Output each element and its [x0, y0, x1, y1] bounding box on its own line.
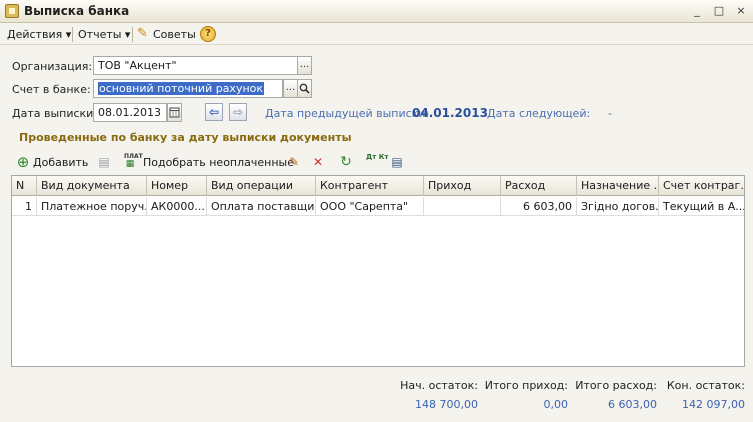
dt-kt-icon[interactable]: Дт Кт	[366, 153, 389, 161]
column-header-operation[interactable]: Вид операции	[207, 176, 316, 196]
documents-table: N Вид документа Номер Вид операции Контр…	[11, 175, 745, 367]
organization-field[interactable]: ТОВ "Акцент"	[93, 56, 298, 75]
cell-counterparty: ООО "Сарепта"	[316, 197, 424, 216]
pick-unpaid-icon: ▦	[125, 159, 135, 169]
organization-label: Организация:	[12, 60, 93, 73]
minimize-button[interactable]: _	[690, 5, 704, 17]
column-header-counterparty[interactable]: Контрагент	[316, 176, 424, 196]
add-button[interactable]: Добавить	[33, 156, 88, 169]
previous-statement-button[interactable]: ⇦	[205, 103, 223, 121]
calendar-icon	[169, 107, 180, 118]
cell-expense: 6 603,00	[501, 197, 577, 216]
cell-purpose: Згідно догов...	[577, 197, 659, 216]
end-balance-label: Кон. остаток:	[666, 379, 745, 392]
app-icon	[5, 4, 19, 18]
start-balance-value: 148 700,00	[415, 398, 478, 411]
cell-n: 1	[12, 197, 37, 216]
add-icon: ⊕	[16, 153, 30, 171]
edit-document-icon[interactable]: ✎	[286, 154, 302, 170]
title-bar: Выписка банка _ □ ×	[0, 0, 753, 23]
section-title: Проведенные по банку за дату выписки док…	[19, 131, 352, 144]
end-balance-value: 142 097,00	[682, 398, 745, 411]
total-expense-label: Итого расход:	[575, 379, 657, 392]
menu-tips[interactable]: Советы	[153, 28, 196, 41]
column-header-purpose[interactable]: Назначение ...	[577, 176, 659, 196]
column-header-income[interactable]: Приход	[424, 176, 501, 196]
menu-reports[interactable]: Отчеты ▾	[78, 28, 130, 41]
next-statement-button[interactable]: ⇨	[229, 103, 247, 121]
column-header-n[interactable]: N	[12, 176, 37, 196]
table-header: N Вид документа Номер Вид операции Контр…	[12, 176, 744, 196]
cell-account: Текущий в А...	[663, 200, 744, 213]
window-title: Выписка банка	[24, 4, 130, 18]
date-field[interactable]: 08.01.2013	[93, 103, 167, 122]
tips-icon: ✎	[137, 26, 148, 41]
date-label: Дата выписки:	[12, 107, 98, 120]
pick-unpaid-button[interactable]: Подобрать неоплаченные	[143, 156, 294, 169]
column-header-account[interactable]: Счет контраг...	[659, 176, 744, 196]
total-income-label: Итого приход:	[484, 379, 568, 392]
menu-bar: Действия ▾ Отчеты ▾ ✎ Советы ?	[0, 24, 753, 45]
report-icon[interactable]: ▤	[389, 154, 405, 170]
previous-date-label: Дата предыдущей выписки:	[265, 107, 430, 120]
arrow-left-icon: ⇦	[208, 105, 220, 119]
calendar-button[interactable]	[167, 103, 182, 122]
account-label: Счет в банке:	[12, 83, 91, 96]
help-icon[interactable]: ?	[200, 26, 216, 42]
start-balance-label: Нач. остаток:	[400, 379, 478, 392]
next-date-value: -	[608, 107, 612, 120]
column-header-expense[interactable]: Расход	[501, 176, 577, 196]
close-button[interactable]: ×	[734, 5, 748, 17]
cell-number: АК0000...	[147, 197, 207, 216]
cell-income	[424, 197, 501, 216]
magnifier-icon	[299, 83, 310, 94]
arrow-right-icon: ⇨	[232, 105, 244, 119]
copy-icon[interactable]: ▤	[96, 154, 112, 170]
account-search-button[interactable]	[297, 79, 312, 98]
maximize-button[interactable]: □	[712, 5, 726, 17]
delete-icon[interactable]: ✕	[310, 154, 326, 170]
total-expense-value: 6 603,00	[608, 398, 657, 411]
cell-doc-type: Платежное поруч...	[37, 197, 147, 216]
menu-separator	[72, 27, 73, 42]
menu-actions[interactable]: Действия ▾	[7, 28, 71, 41]
refresh-icon[interactable]: ↻	[338, 154, 354, 170]
table-row[interactable]: 1 Платежное поруч... АК0000... Оплата по…	[12, 197, 744, 216]
column-header-doc-type[interactable]: Вид документа	[37, 176, 147, 196]
organization-select-button[interactable]: ...	[297, 56, 312, 75]
column-header-number[interactable]: Номер	[147, 176, 207, 196]
cell-operation: Оплата поставщи...	[207, 197, 316, 216]
previous-date-value[interactable]: 04.01.2013	[412, 106, 488, 120]
menu-separator	[132, 27, 133, 42]
next-date-label: Дата следующей:	[487, 107, 591, 120]
account-select-button[interactable]: ...	[283, 79, 298, 98]
account-field[interactable]: основний поточний рахунок	[93, 79, 283, 98]
total-income-value: 0,00	[543, 398, 569, 411]
